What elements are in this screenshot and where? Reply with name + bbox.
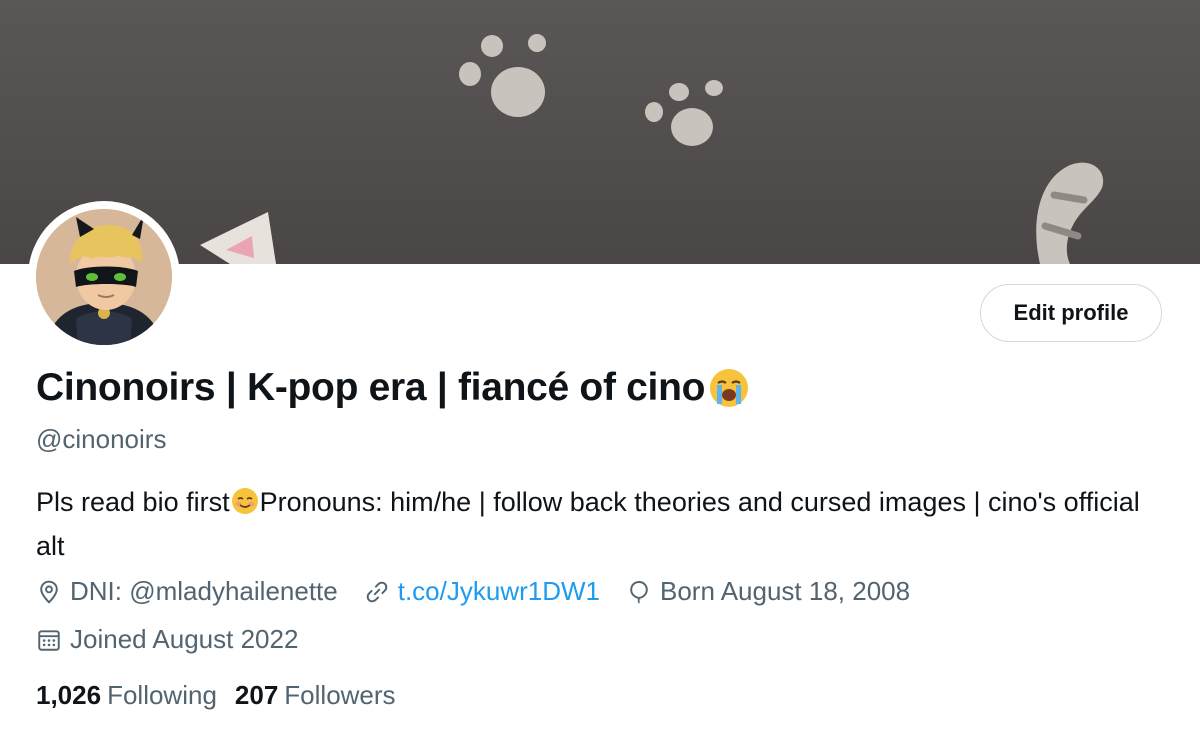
profile-avatar[interactable] <box>28 201 180 353</box>
paw-print-pattern <box>200 34 1104 264</box>
balloon-icon <box>630 580 648 604</box>
location-text: DNI: @mladyhailenette <box>70 576 338 606</box>
display-name: Cinonoirs | K-pop era | fiancé of cino <box>36 366 751 410</box>
location-item: DNI: @mladyhailenette <box>36 576 338 607</box>
profile-joined-row: Joined August 2022 <box>36 624 324 655</box>
profile-banner[interactable] <box>0 0 1200 264</box>
joined-text: Joined August 2022 <box>70 624 299 654</box>
following-label: Following <box>107 680 217 710</box>
website-link[interactable]: t.co/Jykuwr1DW1 <box>398 576 600 607</box>
smiling-face-emoji-icon <box>230 485 260 515</box>
birthday-text: Born August 18, 2008 <box>660 576 911 606</box>
edit-profile-button[interactable]: Edit profile <box>980 284 1162 342</box>
birthday-item: Born August 18, 2008 <box>626 576 910 607</box>
bio-text-part1: Pls read bio first <box>36 487 230 517</box>
following-link[interactable]: 1,026 Following <box>36 680 217 711</box>
avatar-image <box>36 209 172 345</box>
follow-stats: 1,026 Following 207 Followers <box>36 680 414 711</box>
location-pin-icon <box>40 580 58 604</box>
followers-label: Followers <box>284 680 396 710</box>
profile-bio: Pls read bio first Pronouns: him/he | fo… <box>36 480 1166 568</box>
loudly-crying-face-emoji-icon <box>707 366 751 410</box>
profile-meta-row: DNI: @mladyhailenette t.co/Jykuwr1DW1 Bo… <box>36 576 936 607</box>
followers-link[interactable]: 207 Followers <box>235 680 396 711</box>
following-count: 1,026 <box>36 680 102 710</box>
calendar-icon <box>38 629 60 651</box>
website-item: t.co/Jykuwr1DW1 <box>364 576 600 607</box>
joined-item: Joined August 2022 <box>36 624 298 655</box>
link-icon <box>366 581 387 602</box>
display-name-text: Cinonoirs | K-pop era | fiancé of cino <box>36 366 706 409</box>
username-handle: @cinonoirs <box>36 424 167 454</box>
followers-count: 207 <box>234 680 279 710</box>
